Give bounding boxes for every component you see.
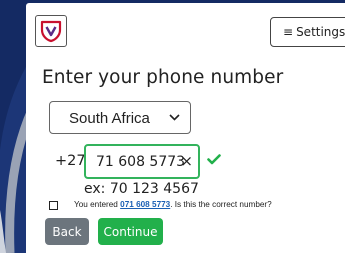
phone-number-value: 71 608 5773 <box>96 154 186 170</box>
confirm-label-prefix: You entered <box>74 200 121 209</box>
page-title: Enter your phone number <box>42 67 284 88</box>
confirm-number-link[interactable]: 071 608 5773 <box>120 200 170 209</box>
continue-button[interactable]: Continue <box>98 218 163 245</box>
country-select-value: South Africa <box>69 110 150 127</box>
phone-example-hint: ex: 70 123 4567 <box>84 181 199 197</box>
phone-entry-card: ≡ Settings Enter your phone number South … <box>26 3 345 253</box>
valid-check-icon <box>207 154 221 165</box>
confirm-number-checkbox[interactable] <box>49 201 58 210</box>
chevron-down-icon <box>169 114 180 121</box>
confirm-number-label[interactable]: You entered 071 608 5773. Is this the co… <box>74 200 272 209</box>
country-select[interactable]: South Africa <box>49 101 191 134</box>
menu-icon: ≡ <box>283 25 294 39</box>
settings-button[interactable]: ≡ Settings <box>270 17 345 47</box>
settings-button-label: Settings <box>296 25 345 39</box>
clear-icon[interactable]: × <box>180 152 193 170</box>
confirm-label-suffix: . Is this the correct number? <box>170 200 272 209</box>
back-button[interactable]: Back <box>45 218 89 245</box>
phone-number-input[interactable]: 71 608 5773 × <box>84 144 200 179</box>
shield-v-logo-icon <box>40 20 62 43</box>
app-logo[interactable] <box>35 15 67 47</box>
app-window: ≡ Settings Enter your phone number South … <box>0 0 345 253</box>
country-code-prefix: +27 <box>55 153 86 169</box>
